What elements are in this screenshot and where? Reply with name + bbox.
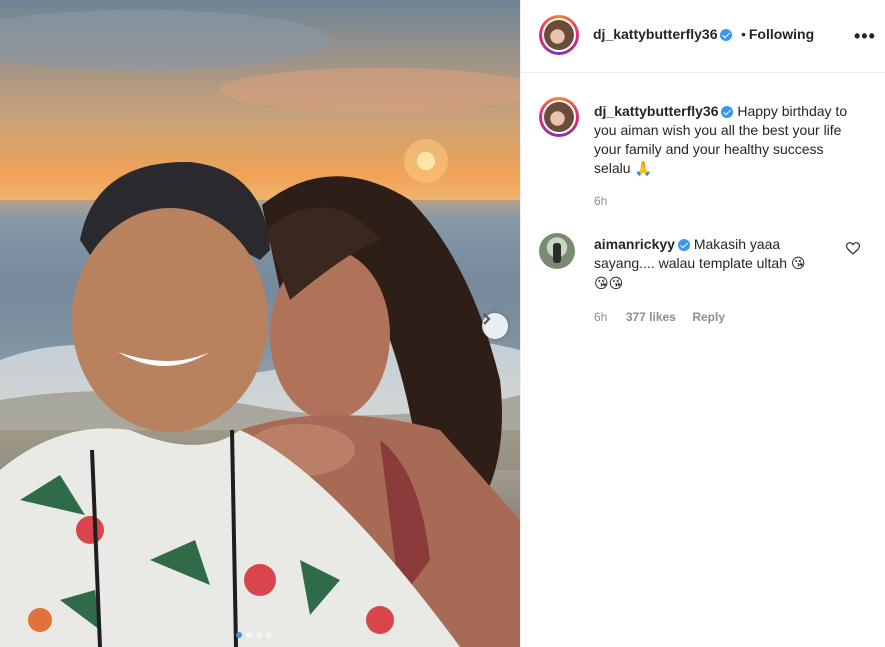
verified-badge-icon: [677, 239, 690, 252]
carousel-dot: [236, 632, 242, 638]
heart-icon: [845, 242, 861, 255]
kiss-emoji-icon: 😘😘: [594, 276, 624, 292]
post-side-panel: dj_kattybutterfly36 • Following ••• dj_ka…: [520, 0, 885, 647]
verified-badge-icon: [720, 28, 733, 41]
kiss-emoji-icon: 😘: [790, 256, 806, 272]
follow-separator: •: [740, 26, 746, 42]
carousel-dot: [246, 632, 252, 638]
post-photo: [0, 0, 520, 647]
comment-time[interactable]: 6h: [594, 310, 607, 324]
commenter-avatar[interactable]: [539, 233, 575, 269]
photo-scene: [0, 10, 520, 647]
post-header: dj_kattybutterfly36 • Following •••: [521, 0, 885, 73]
carousel-indicator: [236, 632, 272, 638]
pray-emoji-icon: 🙏: [634, 161, 652, 177]
comment-likes[interactable]: 377 likes: [626, 310, 676, 324]
carousel-dot: [256, 632, 262, 638]
like-comment-button[interactable]: [845, 242, 861, 260]
author-avatar[interactable]: [539, 15, 579, 55]
reply-button[interactable]: Reply: [692, 310, 725, 324]
carousel-dot: [266, 632, 272, 638]
author-username[interactable]: dj_kattybutterfly36: [593, 26, 717, 42]
caption-username[interactable]: dj_kattybutterfly36: [594, 103, 718, 119]
following-button[interactable]: Following: [749, 26, 814, 42]
more-options-icon[interactable]: •••: [854, 26, 876, 47]
verified-badge-icon: [721, 106, 734, 119]
caption-time[interactable]: 6h: [594, 194, 607, 208]
commenter-username[interactable]: aimanrickyy: [594, 236, 675, 252]
chevron-right-icon: [483, 313, 491, 325]
caption-avatar[interactable]: [539, 97, 579, 137]
next-image-button[interactable]: [482, 313, 508, 339]
